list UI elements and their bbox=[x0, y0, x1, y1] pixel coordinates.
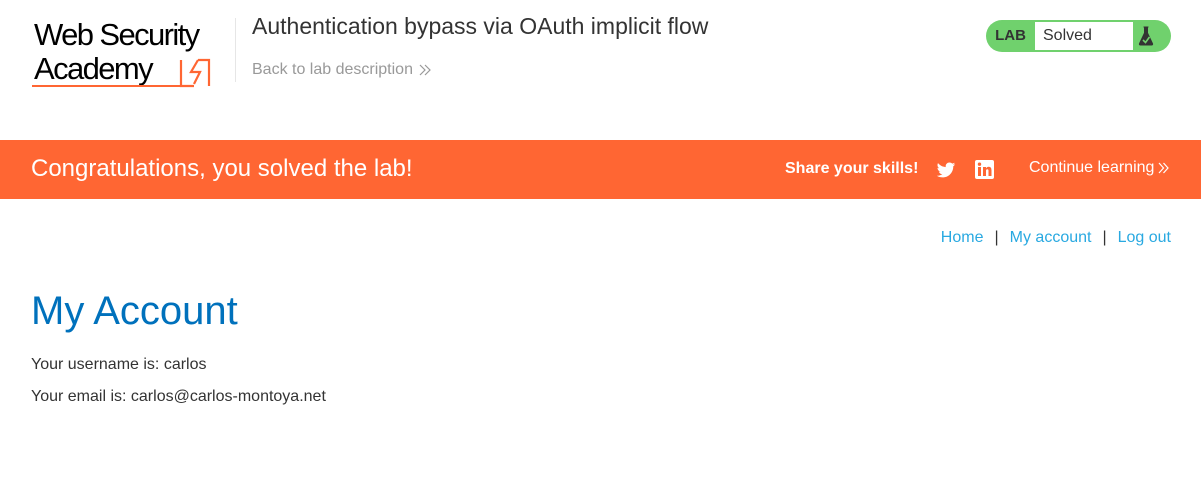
nav-separator: | bbox=[994, 229, 999, 246]
nav-my-account-link[interactable]: My account bbox=[1010, 229, 1092, 247]
lab-status-tag: LAB bbox=[995, 27, 1026, 44]
logo-bolt-icon bbox=[179, 58, 211, 88]
back-to-lab-description-link[interactable]: Back to lab description bbox=[252, 61, 431, 79]
header-divider bbox=[235, 18, 236, 82]
nav-log-out-link[interactable]: Log out bbox=[1118, 229, 1171, 247]
logo-underline bbox=[32, 85, 182, 87]
logo-text-line2: Academy bbox=[34, 51, 154, 86]
logo-text-line1: Web Security bbox=[34, 17, 200, 52]
lab-title: Authentication bypass via OAuth implicit… bbox=[252, 13, 709, 39]
continue-learning-label: Continue learning bbox=[1029, 159, 1155, 176]
solved-banner: Congratulations, you solved the lab! Sha… bbox=[0, 140, 1201, 199]
page-title: My Account bbox=[31, 289, 238, 333]
linkedin-icon[interactable] bbox=[975, 160, 994, 179]
continue-learning-link[interactable]: Continue learning bbox=[1029, 159, 1170, 177]
email-info: Your email is: carlos@carlos-montoya.net bbox=[31, 388, 326, 406]
email-label: Your email is: bbox=[31, 388, 131, 405]
nav-home-link[interactable]: Home bbox=[941, 229, 984, 247]
username-value: carlos bbox=[163, 356, 207, 373]
back-link-label: Back to lab description bbox=[252, 61, 413, 78]
username-info: Your username is: carlos bbox=[31, 356, 207, 374]
web-security-academy-logo[interactable]: Web Security Academy bbox=[30, 18, 235, 92]
double-chevron-right-icon bbox=[1158, 162, 1170, 174]
share-label: Share your skills! bbox=[785, 160, 919, 177]
account-nav: Home | My account | Log out bbox=[941, 229, 1171, 247]
nav-separator: | bbox=[1102, 229, 1107, 246]
twitter-icon[interactable] bbox=[936, 160, 956, 180]
lab-status-widget: LAB Solved bbox=[986, 20, 1171, 52]
lab-header: Web Security Academy Authentication bypa… bbox=[0, 0, 1201, 140]
double-chevron-right-icon bbox=[419, 64, 431, 76]
username-label: Your username is: bbox=[31, 356, 164, 373]
solved-message: Congratulations, you solved the lab! bbox=[31, 155, 413, 182]
email-value: carlos@carlos-montoya.net bbox=[130, 388, 326, 405]
flask-icon bbox=[1133, 20, 1159, 52]
lab-status-value: Solved bbox=[1035, 22, 1133, 50]
